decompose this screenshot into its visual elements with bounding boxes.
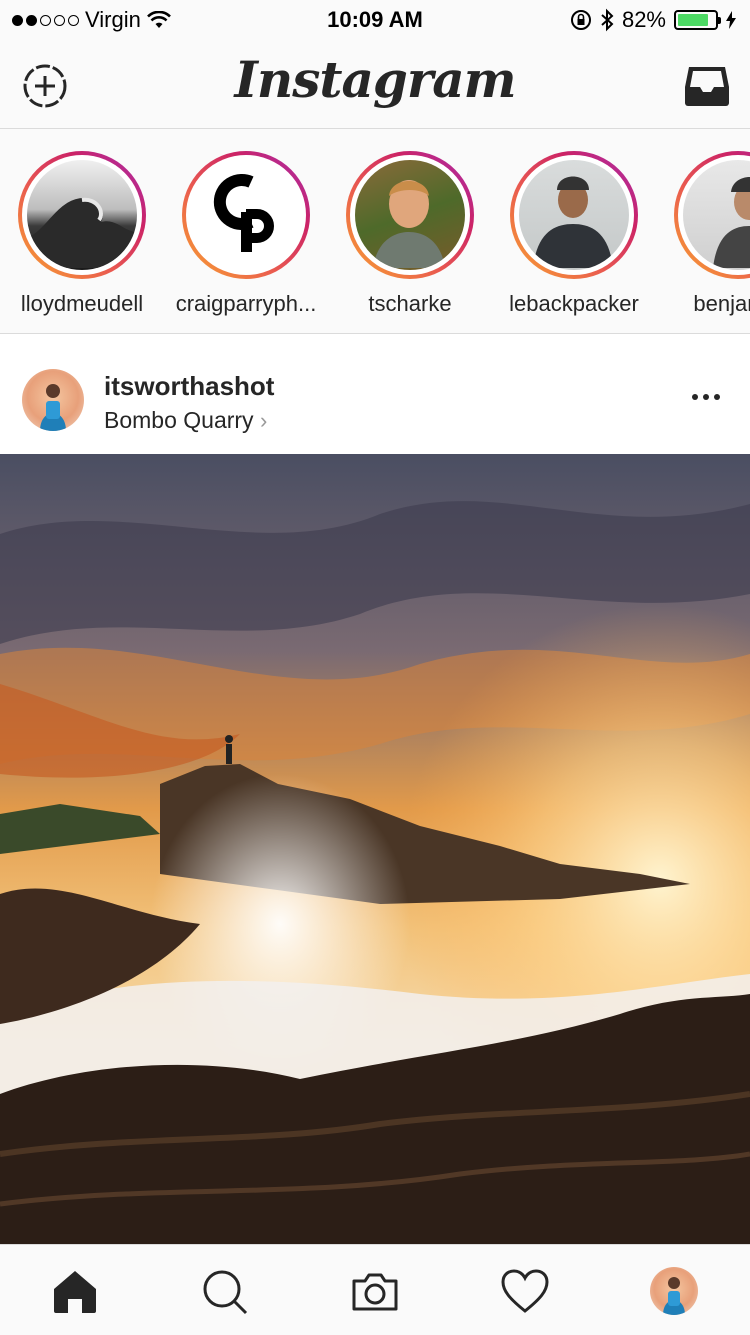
post-location-label: Bombo Quarry: [104, 407, 254, 433]
profile-avatar: [650, 1267, 698, 1315]
story-ring: [18, 151, 146, 279]
status-right: 82%: [570, 7, 736, 33]
top-navigation-bar: Instagram: [0, 40, 750, 129]
rotation-lock-icon: [570, 10, 591, 30]
story-username: benjamin: [693, 291, 750, 316]
story-item[interactable]: lebackpacker: [492, 151, 656, 317]
story-avatar: [27, 160, 137, 270]
story-avatar: [191, 160, 301, 270]
bottom-tab-bar: [0, 1244, 750, 1335]
story-item[interactable]: craigparryph...: [164, 151, 328, 317]
search-icon: [203, 1270, 248, 1315]
status-bar: Virgin 10:09 AM 82%: [0, 0, 750, 40]
tab-camera[interactable]: [350, 1267, 400, 1317]
stories-tray[interactable]: lloydmeudell craigparryph... tscharke le…: [0, 129, 750, 334]
instagram-logo: Instagram: [234, 50, 517, 109]
inbox-icon: [685, 67, 729, 106]
story-username: craigparryph...: [175, 291, 317, 316]
chevron-right-icon: ›: [259, 408, 268, 433]
post-username[interactable]: itsworthashot: [104, 371, 274, 402]
tab-activity[interactable]: [500, 1267, 550, 1317]
charging-icon: [726, 11, 736, 29]
story-item[interactable]: tscharke: [328, 151, 492, 317]
post-user-avatar[interactable]: [22, 369, 84, 431]
more-options-button[interactable]: [692, 394, 720, 400]
post-image: [0, 454, 750, 1244]
battery-percent: 82%: [621, 7, 666, 32]
battery-icon: [674, 10, 721, 30]
story-avatar: [683, 160, 750, 270]
story-username: tscharke: [368, 291, 452, 316]
tab-home[interactable]: [50, 1267, 100, 1317]
story-ring: [510, 151, 638, 279]
heart-icon: [501, 1269, 549, 1313]
post-photo[interactable]: [0, 454, 750, 1244]
home-icon: [54, 1271, 96, 1313]
story-item[interactable]: benjamin: [656, 151, 750, 317]
story-item[interactable]: lloydmeudell: [0, 151, 164, 317]
story-ring: [182, 151, 310, 279]
story-ring: [346, 151, 474, 279]
tab-profile[interactable]: [650, 1267, 700, 1317]
story-username: lebackpacker: [509, 291, 639, 316]
tab-search[interactable]: [200, 1267, 250, 1317]
direct-inbox-button[interactable]: [683, 65, 731, 112]
post-location[interactable]: Bombo Quarry ›: [104, 407, 267, 434]
story-username: lloydmeudell: [20, 291, 144, 316]
story-avatar: [355, 160, 465, 270]
post-header: itsworthashot Bombo Quarry ›: [0, 334, 750, 454]
camera-icon: [352, 1273, 398, 1311]
story-avatar: [519, 160, 629, 270]
bluetooth-icon: [601, 8, 614, 32]
story-ring: [674, 151, 750, 279]
